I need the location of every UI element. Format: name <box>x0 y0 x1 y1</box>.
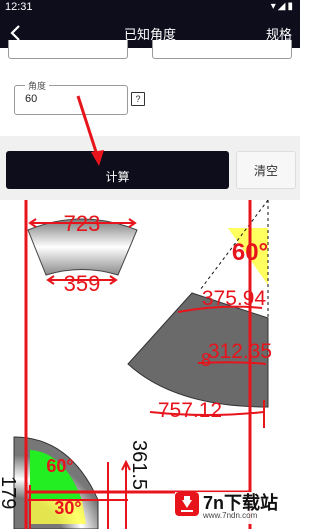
top-length-label: 723 <box>64 211 101 236</box>
inner-arc-label: 312.35 <box>208 340 272 363</box>
result-drawing: 723 359 60° 375.94 312.35 8 757.12 60° 3… <box>0 200 272 529</box>
outer-arc-label: 375.94 <box>202 287 267 310</box>
watermark-logo: 7n下载站 www.7ndn.com <box>175 492 293 524</box>
elbow-left-dimension-label: 179 <box>0 476 19 509</box>
bottom-length-label: 359 <box>64 271 101 296</box>
bottom-arc-label: 757.12 <box>158 399 222 422</box>
elbow-upper-angle-label: 60° <box>46 456 73 476</box>
elbow-right-dimension-label: 361.5 <box>128 440 150 490</box>
download-arrow-icon <box>175 492 199 516</box>
inner-offset-label: 8 <box>201 350 211 370</box>
pointer-arrow <box>76 95 104 166</box>
watermark-url: www.7ndn.com <box>203 511 258 520</box>
